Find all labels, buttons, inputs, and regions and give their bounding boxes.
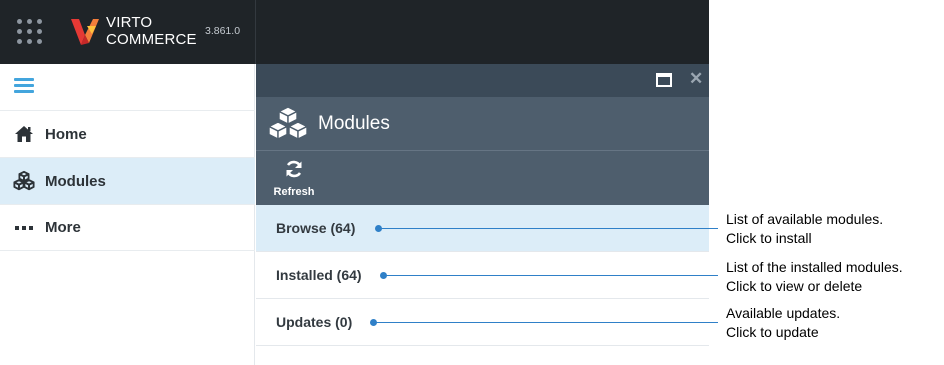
callout-text-line: Click to update <box>726 324 819 340</box>
virto-logo-icon[interactable] <box>70 15 100 47</box>
blade-toolbar: Refresh <box>256 150 709 205</box>
topbar-divider <box>255 0 256 64</box>
refresh-icon <box>284 160 304 183</box>
sidebar: Home Modules More <box>0 64 255 365</box>
maximize-icon[interactable] <box>656 73 672 87</box>
blade-window-bar: ✕ <box>256 64 709 97</box>
sidebar-item-more[interactable]: More <box>0 204 255 251</box>
sidebar-item-label: More <box>45 219 81 236</box>
brand-line-2: COMMERCE <box>106 31 197 48</box>
list-item-label: Browse (64) <box>276 220 356 236</box>
close-icon[interactable]: ✕ <box>689 68 703 90</box>
callout-updates: Available updates. Click to update <box>726 304 840 342</box>
blade-header: Modules <box>256 97 709 150</box>
cubes-icon <box>13 170 35 192</box>
version-label: 3.861.0 <box>205 25 241 37</box>
cubes-icon <box>266 105 310 146</box>
callout-text-line: List of the installed modules. <box>726 259 903 275</box>
sidebar-item-home[interactable]: Home <box>0 110 255 157</box>
callout-line <box>374 322 718 323</box>
home-icon <box>13 123 35 145</box>
callout-browse: List of available modules. Click to inst… <box>726 210 883 248</box>
apps-grid-icon[interactable] <box>16 18 44 46</box>
callout-line <box>379 228 718 229</box>
refresh-label: Refresh <box>273 186 315 198</box>
refresh-button[interactable]: Refresh <box>270 159 318 201</box>
sidebar-item-modules[interactable]: Modules <box>0 157 255 204</box>
more-dots-icon <box>13 217 35 239</box>
brand-name: VIRTO COMMERCE <box>106 14 197 48</box>
blade-title: Modules <box>318 113 390 134</box>
sidebar-item-label: Modules <box>45 172 106 190</box>
callout-text-line: List of available modules. <box>726 211 884 227</box>
hamburger-icon[interactable] <box>14 78 34 94</box>
list-item-label: Updates (0) <box>276 314 353 330</box>
callout-line <box>384 275 718 276</box>
top-bar: VIRTO COMMERCE 3.861.0 <box>0 0 709 64</box>
callout-text-line: Available updates. <box>726 305 841 321</box>
brand-line-1: VIRTO <box>106 14 153 31</box>
callout-installed: List of the installed modules. Click to … <box>726 258 903 296</box>
sidebar-item-label: Home <box>45 125 87 143</box>
list-item-label: Installed (64) <box>276 267 362 283</box>
modules-list: Browse (64) Installed (64) Updates (0) <box>256 205 709 365</box>
callout-text-line: Click to view or delete <box>726 278 863 294</box>
callout-text-line: Click to install <box>726 230 812 246</box>
